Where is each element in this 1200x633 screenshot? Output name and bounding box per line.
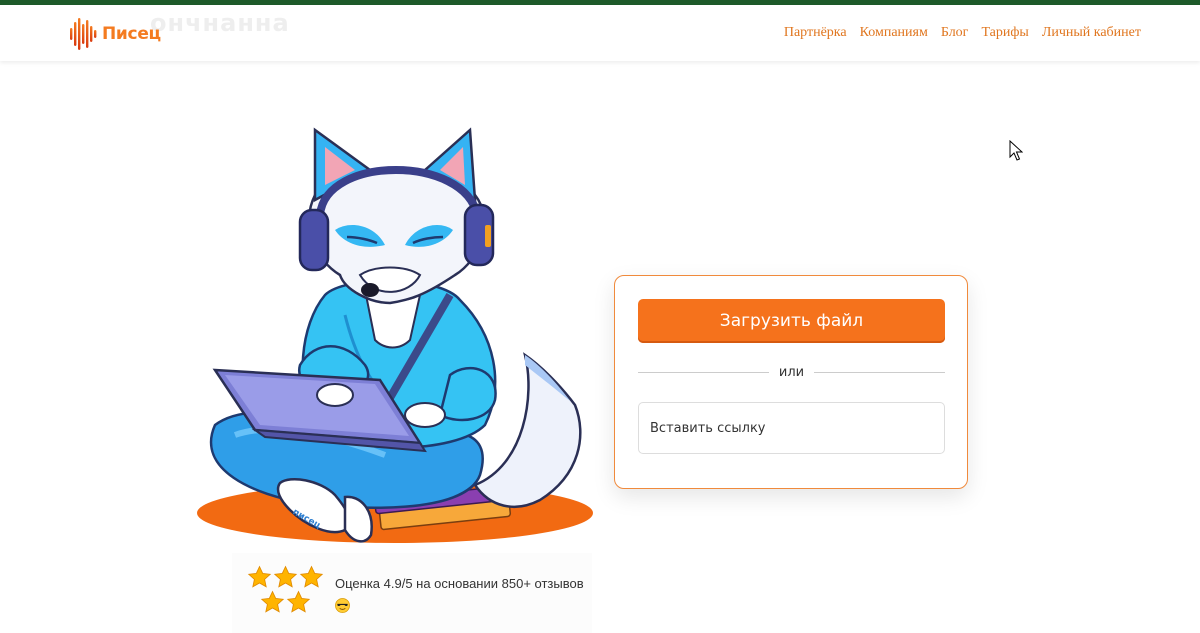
divider-line-left — [638, 371, 769, 373]
or-divider: или — [638, 363, 945, 381]
star-icon — [273, 565, 297, 588]
paste-link-input[interactable] — [638, 402, 945, 454]
nav-link-partner[interactable]: Партнёрка — [784, 25, 847, 41]
rating-text-block: Оценка 4.9/5 на основании 850+ отзывов — [335, 573, 585, 615]
sunglasses-emoji-icon — [335, 598, 350, 613]
nav-link-companies[interactable]: Компаниям — [860, 25, 928, 41]
divider-text: или — [778, 364, 805, 380]
upload-card: Загрузить файл или — [614, 275, 968, 489]
divider-line-right — [814, 371, 945, 373]
rating-summary-text: Оценка 4.9/5 на основании 850+ отзывов — [335, 576, 584, 591]
nav-link-pricing[interactable]: Тарифы — [981, 25, 1028, 41]
star-icon — [286, 590, 310, 613]
soundwave-logo-icon — [70, 18, 97, 50]
fox-mascot-illustration: писец — [197, 127, 593, 543]
nav-link-account[interactable]: Личный кабинет — [1042, 25, 1141, 41]
logo-text: Писец — [102, 24, 161, 44]
ghost-page-title: ончнанна — [150, 9, 290, 37]
rating-block: Оценка 4.9/5 на основании 850+ отзывов — [232, 553, 592, 633]
main-nav: Партнёрка Компаниям Блог Тарифы Личный к… — [784, 25, 1141, 41]
star-icon — [260, 590, 284, 613]
rating-stars — [245, 565, 325, 615]
site-header: ончнанна Писец Партнёрка Компаниям Блог … — [0, 5, 1200, 61]
star-icon — [247, 565, 271, 588]
upload-file-button[interactable]: Загрузить файл — [638, 299, 945, 343]
site-logo[interactable]: Писец — [69, 17, 161, 51]
mouse-cursor-icon — [1009, 140, 1023, 161]
star-icon — [299, 565, 323, 588]
nav-link-blog[interactable]: Блог — [941, 25, 969, 41]
